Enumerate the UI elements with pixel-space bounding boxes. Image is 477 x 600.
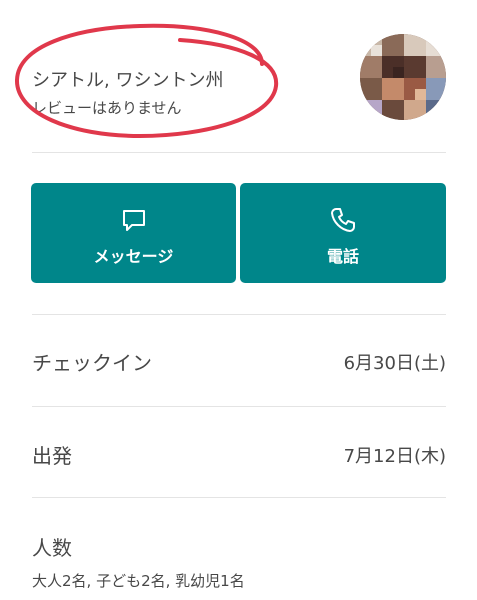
divider-3 [32,497,446,498]
divider-1 [32,314,446,315]
checkin-value: 6月30日(土) [343,353,446,374]
divider-top [32,152,446,153]
call-button[interactable]: 電話 [240,183,446,283]
host-section: シアトル, ワシントン州 レビューはありません [0,0,477,152]
chat-bubble-icon [122,210,145,231]
host-reviews: レビューはありません [32,99,182,117]
guests-label: 人数 [32,536,72,560]
avatar-image [360,34,446,120]
message-button-label: メッセージ [93,247,174,266]
message-button[interactable]: メッセージ [31,183,236,283]
checkin-label: チェックイン [32,351,152,375]
divider-2 [32,406,446,407]
host-location: シアトル, ワシントン州 [32,70,224,91]
host-avatar[interactable] [360,34,446,120]
checkout-value: 7月12日(木) [343,446,446,467]
call-button-label: 電話 [326,247,359,266]
guests-value: 大人2名, 子ども2名, 乳幼児1名 [32,572,245,590]
phone-icon [331,208,355,232]
checkout-label: 出発 [32,444,72,468]
